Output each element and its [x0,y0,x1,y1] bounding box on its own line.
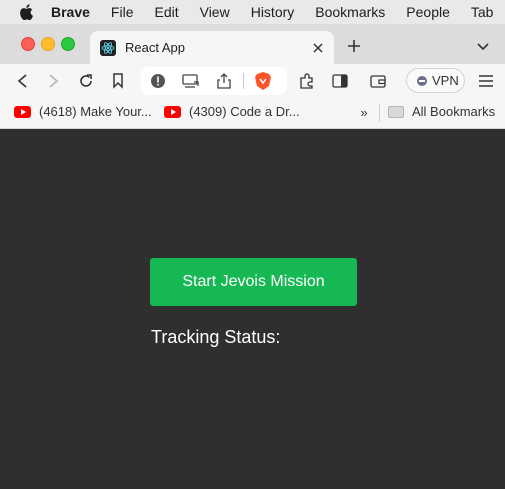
bookmark-label: (4618) Make Your... [39,104,152,119]
forward-icon[interactable] [44,71,64,91]
start-mission-button[interactable]: Start Jevois Mission [150,258,357,306]
menu-bookmarks[interactable]: Bookmarks [315,4,385,20]
wallet-icon[interactable] [368,71,388,91]
cast-icon[interactable] [182,72,200,90]
sidebar-icon[interactable] [330,71,350,91]
all-bookmarks-button[interactable]: All Bookmarks [388,104,495,119]
bookmark-item[interactable]: (4309) Code a Dr... [164,104,300,119]
site-info-icon[interactable] [149,72,167,90]
browser-toolbar: VPN [0,64,505,98]
minimize-window-button[interactable] [41,37,55,51]
menu-app-name[interactable]: Brave [51,4,90,20]
close-tab-icon[interactable] [311,41,325,55]
vpn-status-icon [417,75,427,86]
bookmarks-divider [379,104,380,122]
share-icon[interactable] [215,72,233,90]
hamburger-menu-icon[interactable] [476,71,496,91]
screen: Brave File Edit View History Bookmarks P… [0,0,505,489]
macos-menubar: Brave File Edit View History Bookmarks P… [0,0,505,24]
reload-icon[interactable] [76,71,96,91]
zoom-window-button[interactable] [61,37,75,51]
youtube-icon [164,105,181,118]
menu-file[interactable]: File [111,4,134,20]
back-icon[interactable] [12,71,32,91]
tab-strip: React App [0,24,505,64]
extensions-puzzle-icon[interactable] [297,71,317,91]
bookmark-label: (4309) Code a Dr... [189,104,300,119]
youtube-icon [14,105,31,118]
brave-shield-icon[interactable] [254,72,272,90]
more-bookmarks-icon[interactable]: » [357,105,371,120]
menu-history[interactable]: History [251,4,295,20]
menu-view[interactable]: View [200,4,230,20]
close-window-button[interactable] [21,37,35,51]
bookmark-item[interactable]: (4618) Make Your... [14,104,152,119]
vpn-button[interactable]: VPN [406,68,465,93]
bookmarks-bar: (4618) Make Your... (4309) Code a Dr... … [0,98,505,129]
menu-people[interactable]: People [406,4,450,20]
menu-edit[interactable]: Edit [154,4,178,20]
react-icon [100,39,116,56]
address-bar-divider [243,73,244,89]
all-bookmarks-label: All Bookmarks [412,104,496,119]
apple-icon[interactable] [19,4,33,20]
chevron-down-icon[interactable] [474,38,492,56]
menu-tab[interactable]: Tab [471,4,494,20]
vpn-label: VPN [432,73,459,88]
bookmark-icon[interactable] [108,71,128,91]
new-tab-icon[interactable] [345,37,363,55]
page-viewport: Start Jevois Mission Tracking Status: [0,129,505,489]
tab-title: React App [125,40,185,55]
tracking-status-label: Tracking Status: [151,327,281,347]
address-bar[interactable] [141,67,287,95]
folder-icon [388,105,404,118]
tab-react-app[interactable]: React App [90,31,334,64]
